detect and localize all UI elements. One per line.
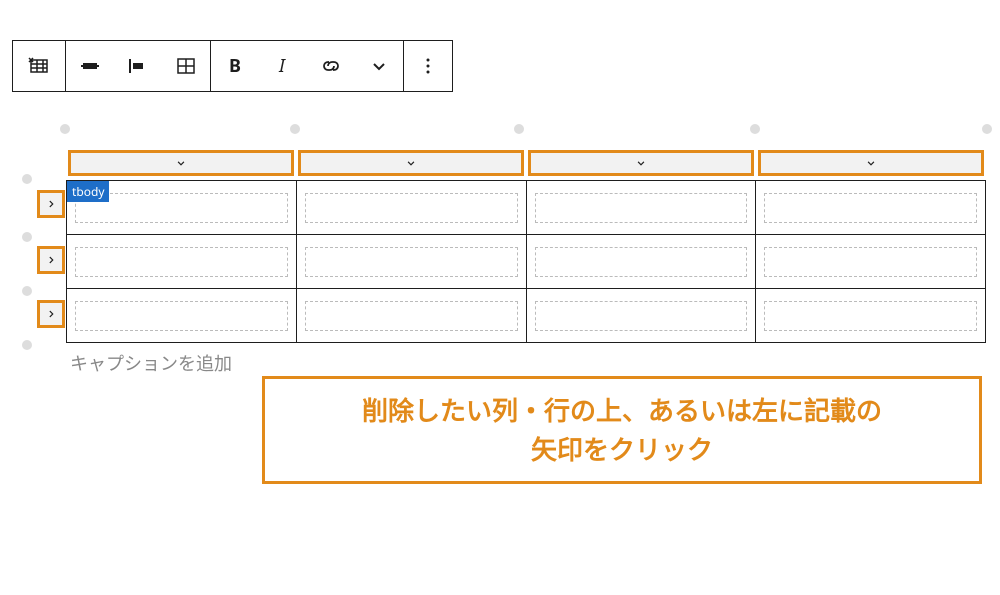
table-cell[interactable] (526, 181, 756, 235)
column-handle[interactable] (68, 150, 294, 176)
table-cell[interactable] (296, 181, 526, 235)
selection-dot (22, 232, 32, 242)
selection-dot (22, 340, 32, 350)
link-button[interactable] (307, 41, 355, 91)
table-cell[interactable] (296, 235, 526, 289)
selection-dot (22, 174, 32, 184)
selection-dot (22, 286, 32, 296)
background-heading (10, 0, 730, 40)
italic-button[interactable]: I (259, 41, 307, 91)
edit-table-button[interactable] (162, 41, 210, 91)
annotation-callout: 削除したい列・行の上、あるいは左に記載の 矢印をクリック (262, 376, 982, 484)
selection-dot (60, 124, 70, 134)
annotation-line1: 削除したい列・行の上、あるいは左に記載の (283, 391, 961, 430)
table-row (67, 289, 986, 343)
table-cell[interactable] (756, 289, 986, 343)
tbody-tag: tbody (67, 181, 109, 202)
column-handle[interactable] (758, 150, 984, 176)
selection-dot (750, 124, 760, 134)
table-cell[interactable] (756, 235, 986, 289)
row-handle[interactable] (37, 190, 65, 218)
annotation-line2: 矢印をクリック (283, 430, 961, 469)
table-cell[interactable] (67, 235, 297, 289)
table-cell[interactable] (526, 235, 756, 289)
column-handle[interactable] (298, 150, 524, 176)
selection-dot (290, 124, 300, 134)
align-left-button[interactable] (114, 41, 162, 91)
table-row (67, 235, 986, 289)
table-block-icon[interactable] (13, 41, 65, 91)
column-handles (66, 150, 986, 176)
options-button[interactable] (404, 41, 452, 91)
svg-text:I: I (278, 54, 286, 78)
caption-placeholder[interactable]: キャプションを追加 (70, 350, 232, 376)
table-cell[interactable] (67, 289, 297, 343)
table-cell[interactable] (756, 181, 986, 235)
row-handle[interactable] (37, 300, 65, 328)
block-toolbar: B I (12, 40, 453, 92)
column-handle[interactable] (528, 150, 754, 176)
selection-dot (982, 124, 992, 134)
table-row (67, 181, 986, 235)
table-cell[interactable] (296, 289, 526, 343)
bold-button[interactable]: B (211, 41, 259, 91)
more-formatting-button[interactable] (355, 41, 403, 91)
align-button[interactable] (66, 41, 114, 91)
table-block[interactable] (66, 180, 986, 343)
row-handle[interactable] (37, 246, 65, 274)
selection-dot (514, 124, 524, 134)
svg-text:B: B (229, 54, 241, 78)
table-cell[interactable] (526, 289, 756, 343)
